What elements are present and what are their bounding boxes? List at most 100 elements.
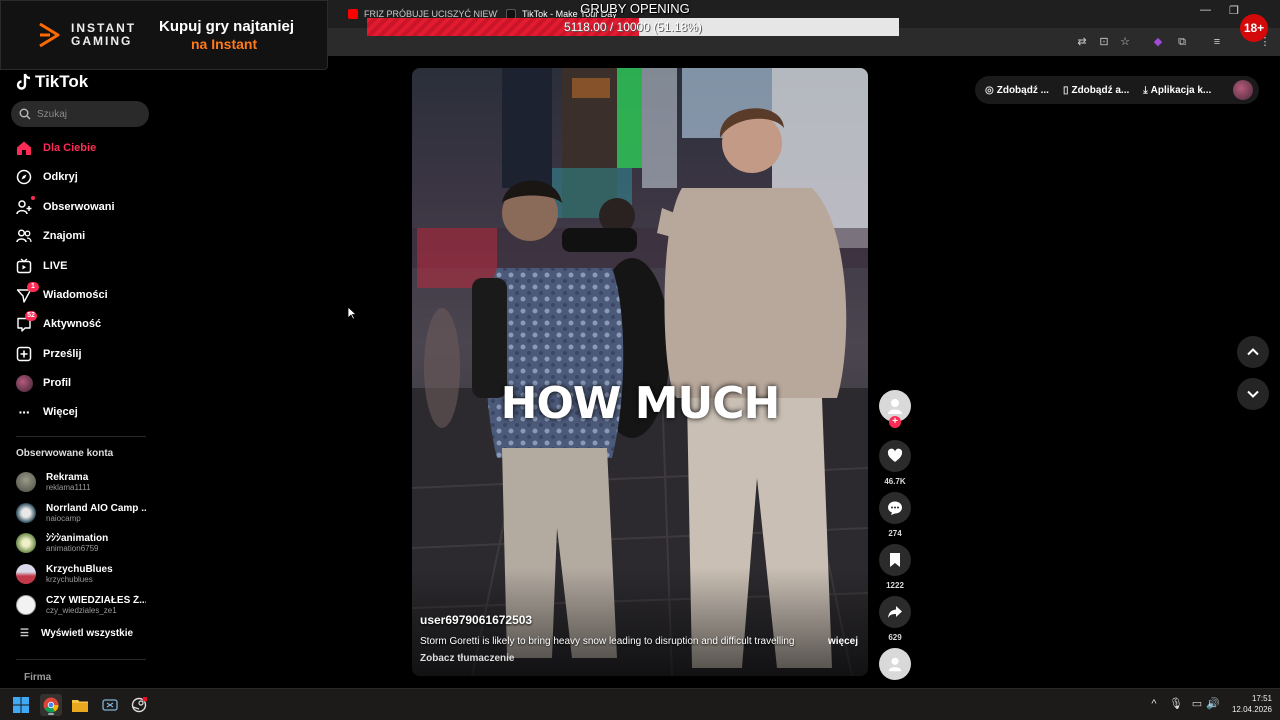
search-box[interactable] — [11, 101, 149, 127]
microphone-icon[interactable]: 🎙 — [1169, 697, 1183, 711]
nav-label: Obserwowani — [43, 201, 115, 213]
nav-explore[interactable]: Odkryj — [15, 165, 155, 189]
nav-label: Prześlij — [43, 348, 82, 360]
nav-label: Odkryj — [43, 171, 78, 183]
folder-icon — [72, 700, 88, 712]
show-all-accounts[interactable]: ☰ Wyświetl wszystkie — [20, 628, 133, 639]
minimize-icon[interactable]: — — [1200, 4, 1211, 16]
network-icon[interactable]: ▭ — [1190, 697, 1204, 711]
video-description: Storm Goretti is likely to bring heavy s… — [420, 636, 795, 647]
tiktok-logo[interactable]: TikTok — [16, 72, 88, 92]
share-button[interactable] — [879, 596, 911, 628]
avatar — [16, 595, 36, 615]
nav-label: Profil — [43, 377, 72, 389]
translate-icon[interactable]: ⇄ — [1075, 35, 1089, 49]
chevron-down-icon — [1247, 390, 1259, 398]
see-translation-link[interactable]: Zobacz tłumaczenie — [420, 653, 514, 664]
account-name: Norrland AIO Camp ... — [46, 502, 146, 514]
avatar — [16, 472, 36, 492]
ad-headline: Kupuj gry najtaniej — [159, 18, 295, 35]
bookmark-icon — [890, 553, 900, 567]
desktop-app-button[interactable]: ⤓ Aplikacja k... — [1143, 85, 1211, 96]
followed-account[interactable]: Norrland AIO Camp ... naiocamp — [16, 500, 151, 526]
search-input[interactable] — [37, 108, 137, 120]
extension-twitch-icon[interactable]: ◆ — [1151, 35, 1165, 49]
pill-label: Aplikacja k... — [1150, 84, 1212, 96]
ad-subline: na Instant — [191, 36, 258, 52]
description-more-link[interactable]: więcej — [828, 636, 858, 647]
share-arrow-icon — [888, 606, 902, 618]
like-button[interactable] — [879, 440, 911, 472]
account-handle: czy_wiedziales_ze1 — [46, 605, 117, 615]
goal-title: GRUBY OPENING — [580, 1, 690, 16]
nav-label: Dla Ciebie — [43, 142, 97, 154]
age-rating-badge: 18+ — [1240, 14, 1268, 42]
followed-account[interactable]: KrzychuBlues krzychublues — [16, 561, 151, 587]
video-author[interactable]: user6979061672503 — [420, 613, 532, 627]
taskbar-file-explorer[interactable] — [69, 694, 91, 716]
nav-label: Wiadomości — [43, 289, 108, 301]
account-handle: naiocamp — [46, 513, 81, 523]
extensions-puzzle-icon[interactable]: ⧉ — [1175, 35, 1189, 49]
previous-video-button[interactable] — [1237, 336, 1269, 368]
chevron-up-icon — [1247, 348, 1259, 356]
account-name: ｼｼｼanimation — [46, 532, 109, 544]
nav-activity[interactable]: 52 Aktywność — [15, 311, 155, 336]
start-button[interactable] — [10, 694, 32, 716]
default-avatar-icon — [888, 399, 902, 414]
goal-progress-text: 5118.00 / 10000 (51.18%) — [564, 20, 702, 34]
nav-upload[interactable]: Prześlij — [15, 342, 155, 366]
footer-section-company[interactable]: Firma — [24, 672, 51, 683]
pill-label: Zdobądź a... — [1071, 84, 1130, 96]
search-icon — [19, 108, 31, 120]
ad-brand: INSTANT GAMING — [71, 22, 136, 48]
friends-icon — [15, 227, 33, 245]
get-coins-button[interactable]: ◎ Zdobądź ... — [985, 85, 1049, 96]
taskbar-chrome[interactable] — [40, 694, 62, 716]
media-controls-icon[interactable]: ≡ — [1210, 35, 1224, 49]
tray-overflow-chevron-icon[interactable]: ^ — [1147, 697, 1161, 711]
activity-badge: 52 — [25, 311, 37, 321]
nav-following[interactable]: Obserwowani — [15, 195, 155, 219]
bookmark-star-icon[interactable]: ☆ — [1118, 35, 1132, 49]
account-name: KrzychuBlues — [46, 563, 113, 575]
next-video-button[interactable] — [1237, 378, 1269, 410]
sound-avatar[interactable] — [879, 648, 911, 680]
taskbar-app-notification[interactable] — [128, 694, 150, 716]
messages-icon: 1 — [15, 282, 39, 304]
phone-icon: ▯ — [1062, 84, 1069, 96]
maximize-icon[interactable]: ❐ — [1229, 4, 1239, 17]
avatar — [16, 533, 36, 553]
volume-icon[interactable]: 🔊 — [1206, 697, 1220, 711]
install-app-icon[interactable]: ⊡ — [1097, 35, 1111, 49]
followed-account[interactable]: CZY WIEDZIAŁEŚ Ż... czy_wiedziales_ze1 — [16, 592, 151, 618]
mouse-cursor-icon — [347, 306, 358, 325]
get-app-button[interactable]: ▯ Zdobądź a... — [1063, 85, 1129, 96]
nav-friends[interactable]: Znajomi — [15, 224, 155, 248]
taskbar-xbox[interactable] — [99, 694, 121, 716]
followed-account[interactable]: ｼｼｼanimation animation6759 — [16, 530, 151, 556]
nav-label: Aktywność — [43, 318, 102, 330]
nav-live[interactable]: LIVE — [15, 254, 155, 278]
ad-brand-line2: GAMING — [71, 34, 133, 48]
list-icon: ☰ — [20, 628, 29, 639]
music-disc-icon — [888, 657, 902, 672]
nav-messages[interactable]: 1 Wiadomości — [15, 282, 155, 307]
sidebar-divider — [16, 659, 146, 660]
share-count: 629 — [888, 633, 902, 642]
nav-for-you[interactable]: Dla Ciebie — [15, 136, 155, 160]
followed-account[interactable]: Rekrama reklama1111 — [16, 469, 151, 495]
user-avatar[interactable] — [1233, 80, 1253, 100]
save-button[interactable] — [879, 544, 911, 576]
show-all-label: Wyświetl wszystkie — [40, 628, 134, 639]
comment-button[interactable] — [879, 492, 911, 524]
taskbar-clock[interactable]: 17:51 12.04.2026 — [1224, 693, 1272, 715]
follow-plus-icon[interactable]: + — [889, 416, 901, 428]
chrome-icon — [43, 697, 59, 713]
active-indicator — [48, 713, 54, 715]
account-name: CZY WIEDZIAŁEŚ Ż... — [46, 594, 146, 606]
nav-profile[interactable]: Profil — [15, 371, 155, 395]
video-frame-image — [412, 68, 868, 676]
video-player[interactable]: HOW MUCH user6979061672503 Storm Goretti… — [412, 68, 868, 676]
nav-more[interactable]: ··· Więcej — [15, 400, 155, 424]
